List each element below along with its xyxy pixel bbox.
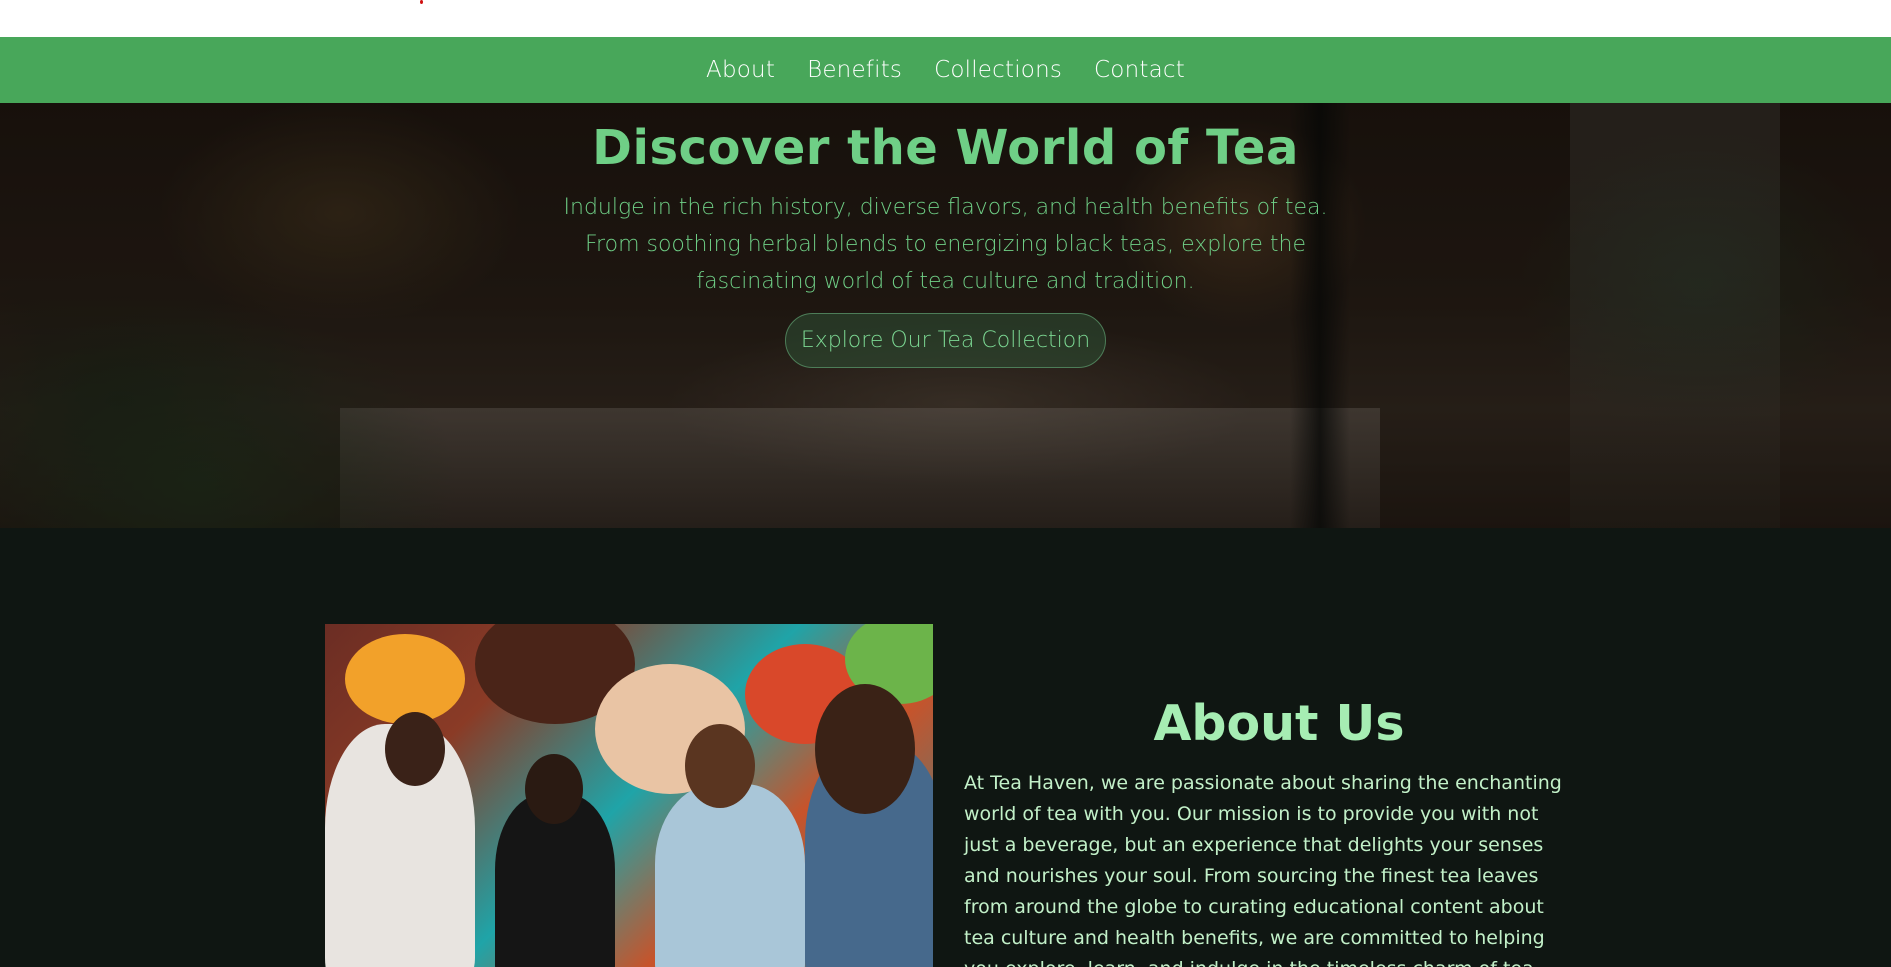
photo-person-head	[685, 724, 755, 808]
main-nav: About Benefits Collections Contact	[0, 37, 1891, 103]
photo-person-head	[385, 712, 445, 786]
about-body: At Tea Haven, we are passionate about sh…	[964, 772, 1562, 967]
hero-title: Discover the World of Tea	[592, 120, 1299, 176]
hero-content: Discover the World of Tea Indulge in the…	[0, 103, 1891, 368]
about-text-block: About Us At Tea Haven, we are passionate…	[964, 694, 1574, 967]
logo-fragment	[420, 0, 423, 4]
explore-collection-button[interactable]: Explore Our Tea Collection	[784, 313, 1107, 368]
hero-subtitle: Indulge in the rich history, diverse fla…	[563, 195, 1328, 294]
about-photo	[325, 624, 933, 967]
nav-item-about[interactable]: About	[706, 57, 775, 83]
photo-person-head	[525, 754, 583, 824]
nav-item-collections[interactable]: Collections	[934, 57, 1062, 83]
about-title: About Us	[1153, 695, 1405, 752]
nav-item-contact[interactable]: Contact	[1094, 57, 1185, 83]
mural-shape	[345, 634, 465, 724]
top-header	[0, 0, 1891, 37]
hero-section: Discover the World of Tea Indulge in the…	[0, 103, 1891, 528]
photo-person	[655, 784, 805, 967]
about-section: About Us At Tea Haven, we are passionate…	[0, 528, 1891, 967]
photo-person-head	[815, 684, 915, 814]
nav-item-benefits[interactable]: Benefits	[807, 57, 902, 83]
